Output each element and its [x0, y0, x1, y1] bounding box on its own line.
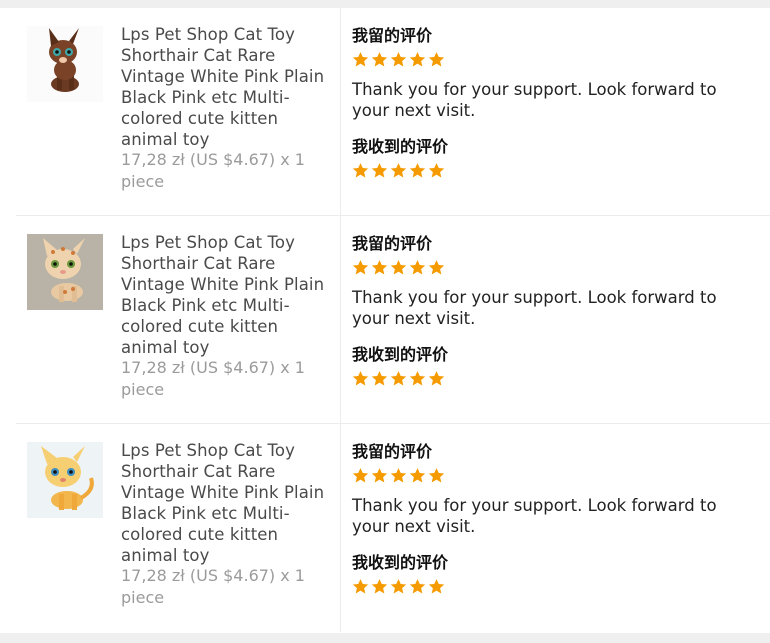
star-icon [352, 163, 369, 178]
yellow-cat-toy-image [27, 442, 103, 518]
star-icon [371, 371, 388, 386]
star-icon [352, 579, 369, 594]
bottom-separator [0, 633, 770, 643]
my-review-text: Thank you for your support. Look forward… [352, 496, 717, 536]
star-icon [409, 260, 426, 275]
product-price: 17,28 zł (US $4.67) x 1 piece [121, 358, 305, 399]
column-divider [340, 8, 341, 215]
column-divider [340, 424, 341, 632]
my-rating-stars [352, 259, 762, 283]
star-icon [390, 163, 407, 178]
star-icon [409, 468, 426, 483]
star-icon [390, 579, 407, 594]
product-title[interactable]: Lps Pet Shop Cat Toy Shorthair Cat Rare … [121, 440, 336, 566]
column-divider [340, 216, 341, 423]
star-icon [390, 468, 407, 483]
product-price: 17,28 zł (US $4.67) x 1 piece [121, 150, 305, 191]
product-title[interactable]: Lps Pet Shop Cat Toy Shorthair Cat Rare … [121, 24, 336, 150]
product-image[interactable] [27, 442, 103, 518]
list-item: Lps Pet Shop Cat Toy Shorthair Cat Rare … [16, 216, 770, 424]
star-icon [371, 579, 388, 594]
spotted-cat-toy-image [27, 234, 103, 310]
my-review-text: Thank you for your support. Look forward… [352, 288, 717, 328]
star-icon [390, 52, 407, 67]
my-rating-stars [352, 467, 762, 491]
received-rating-stars [352, 370, 762, 394]
star-icon [352, 260, 369, 275]
review-panel: 我留的评价 Thank you for your support. Look f… [352, 233, 762, 394]
star-icon [428, 579, 445, 594]
brown-dog-toy-image [27, 26, 103, 102]
received-rating-stars [352, 162, 762, 186]
product-price: 17,28 zł (US $4.67) x 1 piece [121, 566, 305, 607]
star-icon [409, 163, 426, 178]
star-icon [352, 468, 369, 483]
my-rating-stars [352, 51, 762, 75]
list-item: Lps Pet Shop Cat Toy Shorthair Cat Rare … [16, 424, 770, 632]
star-icon [428, 52, 445, 67]
star-icon [371, 468, 388, 483]
product-image[interactable] [27, 234, 103, 310]
star-icon [428, 371, 445, 386]
product-image[interactable] [27, 26, 103, 102]
my-review-label: 我留的评价 [352, 442, 433, 461]
received-review-label: 我收到的评价 [352, 345, 449, 364]
my-review-text: Thank you for your support. Look forward… [352, 80, 717, 120]
order-review-list: Lps Pet Shop Cat Toy Shorthair Cat Rare … [16, 8, 770, 632]
star-icon [371, 163, 388, 178]
star-icon [390, 371, 407, 386]
star-icon [428, 468, 445, 483]
star-icon [409, 371, 426, 386]
review-panel: 我留的评价 Thank you for your support. Look f… [352, 441, 762, 602]
my-review-label: 我留的评价 [352, 234, 433, 253]
product-title[interactable]: Lps Pet Shop Cat Toy Shorthair Cat Rare … [121, 232, 336, 358]
star-icon [409, 52, 426, 67]
star-icon [409, 579, 426, 594]
review-panel: 我留的评价 Thank you for your support. Look f… [352, 25, 762, 186]
star-icon [371, 52, 388, 67]
list-item: Lps Pet Shop Cat Toy Shorthair Cat Rare … [16, 8, 770, 216]
star-icon [390, 260, 407, 275]
star-icon [371, 260, 388, 275]
received-rating-stars [352, 578, 762, 602]
received-review-label: 我收到的评价 [352, 553, 449, 572]
star-icon [352, 371, 369, 386]
received-review-label: 我收到的评价 [352, 137, 449, 156]
star-icon [428, 163, 445, 178]
my-review-label: 我留的评价 [352, 26, 433, 45]
star-icon [428, 260, 445, 275]
top-separator [0, 0, 770, 8]
star-icon [352, 52, 369, 67]
